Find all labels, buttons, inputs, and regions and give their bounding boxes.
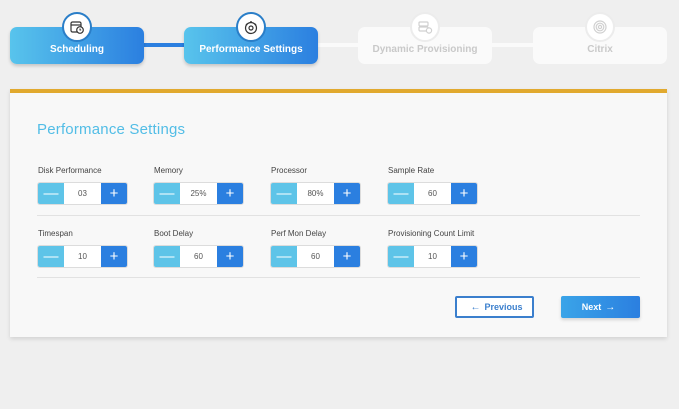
stepper-value[interactable]: 80% [297,183,334,204]
increment-button[interactable]: + [334,183,360,204]
previous-button[interactable]: ← Previous [455,296,534,318]
boot-delay-stepper: — 60 + [153,245,244,268]
row-divider [37,277,640,278]
stepper-value[interactable]: 25% [180,183,217,204]
wizard-step-label: Performance Settings [199,44,303,55]
servers-gear-icon [410,12,440,42]
decrement-button[interactable]: — [388,246,414,267]
field-provisioning-count-limit: Provisioning Count Limit — 10 + [387,228,497,268]
increment-button[interactable]: + [101,183,127,204]
field-boot-delay: Boot Delay — 60 + [153,228,263,268]
increment-button[interactable]: + [217,246,243,267]
sample-rate-stepper: — 60 + [387,182,478,205]
step-connector-pending [314,43,364,47]
citrix-spiral-icon [585,12,615,42]
step-connector-pending [488,43,538,47]
decrement-button[interactable]: — [38,183,64,204]
settings-card: Performance Settings Disk Performance — … [10,89,667,337]
arrow-right-icon: → [605,301,616,313]
stepper-value[interactable]: 10 [64,246,101,267]
row-divider [37,215,640,216]
arrow-left-icon: ← [470,301,481,313]
perf-mon-delay-stepper: — 60 + [270,245,361,268]
decrement-button[interactable]: — [38,246,64,267]
wizard-step-label: Scheduling [50,44,104,55]
increment-button[interactable]: + [451,246,477,267]
calendar-clock-icon [62,12,92,42]
increment-button[interactable]: + [101,246,127,267]
memory-stepper: — 25% + [153,182,244,205]
field-timespan: Timespan — 10 + [37,228,147,268]
timespan-stepper: — 10 + [37,245,128,268]
decrement-button[interactable]: — [154,183,180,204]
next-label: Next [581,302,602,312]
field-perf-mon-delay: Perf Mon Delay — 60 + [270,228,380,268]
field-label: Disk Performance [38,166,102,175]
decrement-button[interactable]: — [271,183,297,204]
field-processor: Processor — 80% + [270,165,380,205]
field-label: Memory [154,166,183,175]
stepper-value[interactable]: 60 [297,246,334,267]
field-label: Boot Delay [154,229,194,238]
field-label: Sample Rate [388,166,435,175]
previous-label: Previous [484,302,523,312]
stepper-value[interactable]: 60 [414,183,451,204]
stepper-value[interactable]: 60 [180,246,217,267]
wizard-step-performance-settings[interactable]: Performance Settings [184,12,318,64]
increment-button[interactable]: + [217,183,243,204]
field-memory: Memory — 25% + [153,165,263,205]
next-button[interactable]: Next → [561,296,640,318]
decrement-button[interactable]: — [154,246,180,267]
field-disk-performance: Disk Performance — 03 + [37,165,147,205]
wizard-step-dynamic-provisioning[interactable]: Dynamic Provisioning [358,12,492,64]
decrement-button[interactable]: — [271,246,297,267]
page-title: Performance Settings [37,121,186,138]
wizard-step-label: Citrix [587,44,613,55]
processor-stepper: — 80% + [270,182,361,205]
increment-button[interactable]: + [451,183,477,204]
field-label: Provisioning Count Limit [388,229,475,238]
stepper-value[interactable]: 10 [414,246,451,267]
field-sample-rate: Sample Rate — 60 + [387,165,497,205]
step-connector-done [140,43,190,47]
stepper-value[interactable]: 03 [64,183,101,204]
disk-performance-stepper: — 03 + [37,182,128,205]
decrement-button[interactable]: — [388,183,414,204]
wizard-step-scheduling[interactable]: Scheduling [10,12,144,64]
field-label: Timespan [38,229,73,238]
gear-gauge-icon [236,12,266,42]
increment-button[interactable]: + [334,246,360,267]
provisioning-count-limit-stepper: — 10 + [387,245,478,268]
field-label: Processor [271,166,308,175]
wizard-progress: Scheduling Performance Settings Dynamic … [0,0,679,80]
field-label: Perf Mon Delay [271,229,327,238]
wizard-step-label: Dynamic Provisioning [372,44,478,55]
wizard-step-citrix[interactable]: Citrix [533,12,667,64]
